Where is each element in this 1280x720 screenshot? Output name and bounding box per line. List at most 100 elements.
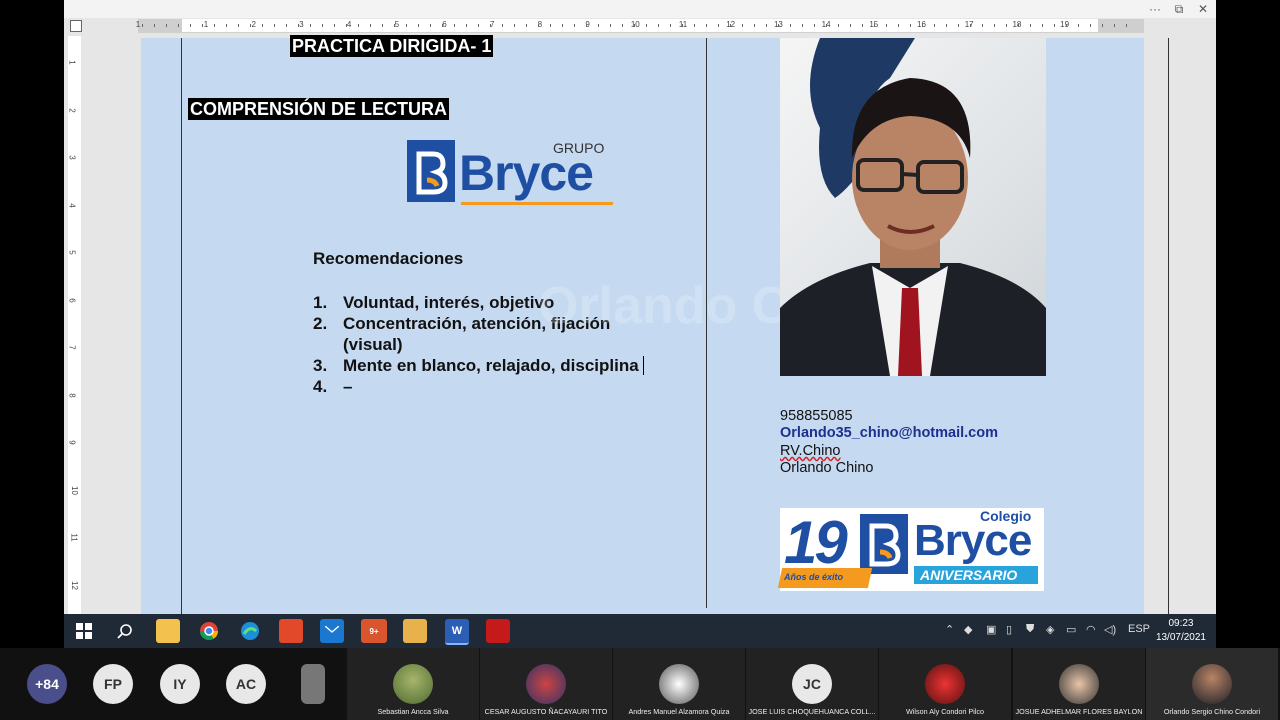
ruler-tick (718, 24, 719, 27)
participant-tile[interactable]: Wilson Aly Condori Pilco (879, 648, 1011, 720)
ruler-tick (1066, 24, 1067, 27)
ruler-tick (886, 24, 887, 27)
ruler-left-margin (138, 19, 182, 32)
more-participants-button[interactable]: +84 (27, 664, 67, 704)
ruler-tick (478, 24, 479, 27)
ruler-tick (166, 24, 167, 27)
tray-app-icon[interactable]: ◆ (964, 623, 972, 636)
ruler-tick (838, 24, 839, 27)
participant-tile[interactable]: Sebastian Ancca Silva (347, 648, 479, 720)
ruler-tick (214, 24, 215, 27)
ruler-tick (310, 24, 311, 27)
edge-icon[interactable] (238, 619, 262, 643)
bryce-b-icon (407, 140, 455, 202)
ruler-tick (370, 24, 371, 27)
teams-icon[interactable]: 9+ (361, 619, 387, 643)
grupo-bryce-logo: GRUPO Bryce (407, 138, 617, 210)
windows-icon[interactable] (72, 619, 96, 643)
ruler-tick (898, 24, 899, 27)
ruler-tick (502, 24, 503, 27)
ruler-tick (1030, 24, 1031, 27)
ruler-tick (514, 24, 515, 27)
ruler-tick (778, 24, 779, 27)
participant-tile[interactable]: Orlando Sergio Chino Condori (1146, 648, 1278, 720)
avatar: JC (792, 664, 832, 704)
vertical-ruler[interactable]: 1 2 3 4 5 6 7 8 9 10 11 12 (68, 36, 81, 614)
participants-strip: +84 FP IY AC Sebastian Ancca Silva CESAR… (0, 648, 1280, 720)
shield-icon[interactable]: ⛊ (1026, 623, 1034, 636)
ruler-tick (430, 24, 431, 27)
ruler-tick (406, 24, 407, 27)
participant-tile[interactable]: CESAR AUGUSTO ÑACAYAURI TITO (480, 648, 612, 720)
tray-app-icon[interactable]: ▣ (986, 623, 996, 636)
file-explorer-icon[interactable] (156, 619, 180, 643)
avatar (659, 664, 699, 704)
chrome-icon[interactable] (197, 619, 221, 643)
colegio-bryce-anniversary-badge: 19 Colegio Bryce Años de éxito ANIVERSAR… (777, 508, 1044, 591)
text-cursor (642, 356, 649, 375)
ruler-tick (1042, 24, 1043, 27)
participant-tile[interactable]: JOSUE ADHELMAR FLORES BAYLON (1013, 648, 1145, 720)
ruler-number: 11 (678, 20, 688, 29)
ruler-tick (706, 24, 707, 27)
ruler-tick (1114, 24, 1115, 27)
ruler-tick (742, 24, 743, 27)
participant-avatar[interactable] (301, 664, 325, 704)
tray-app-icon[interactable]: ▯ (1006, 623, 1012, 636)
tab-selector[interactable] (70, 20, 82, 32)
ruler-tick (322, 24, 323, 27)
search-icon[interactable] (113, 619, 137, 643)
watermark: Orlando C (538, 277, 790, 335)
ruler-tick (982, 24, 983, 27)
ruler-tick (694, 24, 695, 27)
close-button[interactable]: ✕ (1194, 1, 1212, 17)
ruler-tick (610, 24, 611, 27)
ruler-tick (178, 24, 179, 27)
ruler-number: 6 (442, 20, 447, 29)
participant-avatar[interactable]: AC (226, 664, 266, 704)
ruler-tick (1090, 24, 1091, 27)
contact-name: Orlando Chino (780, 460, 874, 476)
ruler-tick (910, 24, 911, 27)
participant-avatar[interactable]: FP (93, 664, 133, 704)
media-player-icon[interactable] (403, 619, 427, 643)
chevron-up-icon[interactable]: ⌃ (945, 623, 954, 636)
mail-icon[interactable] (320, 619, 344, 643)
ruler-tick (598, 24, 599, 27)
ruler-tick (1054, 24, 1055, 27)
ruler-tick (274, 24, 275, 27)
horizontal-ruler[interactable]: 112345678910111213141516171819 (136, 19, 1144, 33)
participant-tile[interactable]: JC JOSE LUIS CHOQUEHUANCA COLL... (746, 648, 878, 720)
ruler-tick (862, 24, 863, 27)
vruler-number: 10 (69, 485, 79, 495)
list-item: 4. – (313, 377, 353, 396)
participant-avatar[interactable]: IY (160, 664, 200, 704)
battery-icon[interactable]: ▭ (1066, 623, 1076, 636)
office-icon[interactable] (279, 619, 303, 643)
list-item: (visual) (343, 335, 403, 354)
word-window: ··· ⧉ ✕ 112345678910111213141516171819 1… (64, 0, 1216, 614)
contact-email[interactable]: Orlando35_chino@hotmail.com (780, 425, 998, 441)
document-page[interactable]: PRACTICA DIRIGIDA- 1 COMPRENSIÓN DE LECT… (141, 35, 1169, 614)
ruler-tick (298, 24, 299, 27)
clock[interactable]: 09:23 13/07/2021 (1156, 617, 1206, 645)
acrobat-icon[interactable] (486, 619, 510, 643)
ruler-number: 8 (537, 20, 543, 29)
ruler-tick (226, 24, 227, 27)
vruler-number: 12 (69, 580, 79, 590)
ruler-tick (538, 24, 539, 27)
word-icon[interactable]: W (445, 619, 469, 645)
tray-app-icon[interactable]: ◈ (1046, 623, 1054, 636)
volume-icon[interactable]: ◁) (1104, 623, 1116, 636)
ruler-tick (958, 24, 959, 27)
ruler-tick (754, 24, 755, 27)
ruler-tick (202, 24, 203, 27)
ruler-tick (646, 24, 647, 27)
column-border-right (1168, 38, 1169, 614)
ruler-tick (1018, 24, 1019, 27)
language-indicator[interactable]: ESP (1128, 623, 1150, 635)
wifi-icon[interactable]: ◠ (1086, 623, 1096, 636)
participant-tile[interactable]: Andres Manuel Alzamora Quiza (613, 648, 745, 720)
restore-button[interactable]: ⧉ (1170, 1, 1188, 17)
more-options-button[interactable]: ··· (1146, 1, 1164, 17)
